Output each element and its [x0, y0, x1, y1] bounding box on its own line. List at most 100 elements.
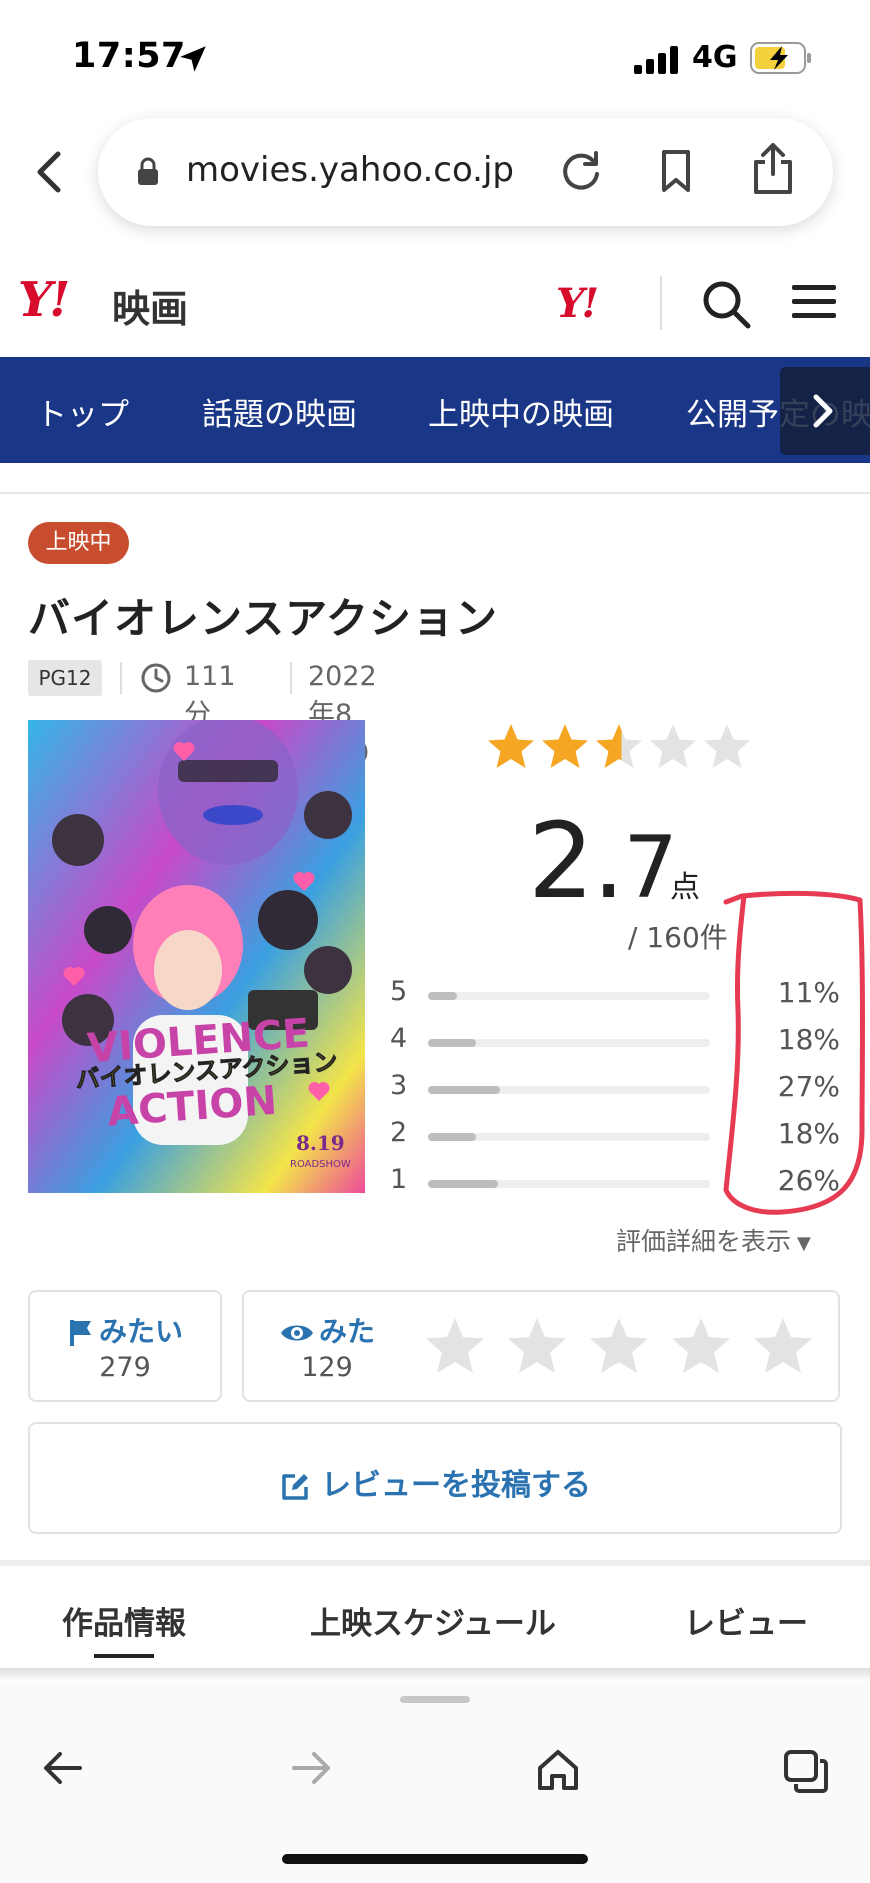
watched-button[interactable]: みた 129	[242, 1290, 412, 1402]
rating-row-label: 3	[390, 1070, 408, 1101]
score-integer: 2.	[528, 800, 625, 922]
rating-bar-track	[428, 1086, 710, 1094]
nav-item-trending[interactable]: 話題の映画	[202, 389, 357, 434]
site-header: Y! 映画 Y!	[0, 250, 870, 355]
rating-detail-label: 評価詳細を表示	[616, 1227, 792, 1256]
browser-toolbar	[0, 1682, 870, 1883]
rating-bar-fill	[428, 1133, 477, 1141]
rating-row-label: 4	[390, 1023, 408, 1054]
meta-divider	[290, 662, 292, 694]
want-count: 279	[99, 1352, 151, 1383]
section-divider	[0, 492, 870, 494]
tab-schedule[interactable]: 上映スケジュール	[310, 1598, 556, 1643]
nav-item-now-showing[interactable]: 上映中の映画	[428, 389, 614, 434]
seen-label: みた	[318, 1315, 375, 1348]
edit-icon	[282, 1473, 308, 1500]
rating-row-label: 1	[390, 1164, 408, 1195]
want-label: みたい	[98, 1315, 183, 1348]
score-unit: 点	[670, 870, 700, 905]
rating-bar-fill	[428, 1180, 498, 1188]
poster-date: 8.19	[296, 1131, 345, 1155]
rate-star-1-icon[interactable]	[426, 1318, 484, 1373]
rating-bar-track	[428, 992, 710, 1000]
rating-bar-track	[428, 1133, 710, 1141]
flag-icon	[69, 1320, 91, 1346]
nav-scroll-next-button[interactable]	[780, 367, 870, 455]
want-label-row: みたい	[30, 1310, 220, 1350]
star-half-icon	[596, 724, 642, 768]
signal-strength-icon	[634, 46, 678, 74]
nav-item-top[interactable]: トップ	[36, 389, 129, 434]
user-rating-input[interactable]	[404, 1290, 840, 1402]
hamburger-menu-icon[interactable]	[790, 282, 838, 322]
red-annotation-mark	[723, 890, 865, 1215]
post-review-row: レビューを投稿する	[30, 1460, 840, 1504]
rating-bar-track	[428, 1180, 710, 1188]
age-rating-badge: PG12	[28, 660, 102, 696]
rating-bar-fill	[428, 1039, 477, 1047]
star-filled-icon	[542, 724, 588, 768]
status-bar: 17:57 4G	[0, 0, 870, 110]
forward-arrow-icon[interactable]	[290, 1748, 332, 1788]
rating-row-label: 5	[390, 976, 408, 1007]
movie-title: バイオレンスアクション	[28, 594, 499, 643]
toolbar-grabber[interactable]	[400, 1696, 470, 1703]
rating-bar-fill	[428, 992, 458, 1000]
average-score: 2.7	[528, 800, 678, 922]
chevron-right-icon	[813, 394, 833, 428]
network-type: 4G	[692, 40, 738, 75]
tab-info[interactable]: 作品情報	[62, 1598, 186, 1643]
home-indicator	[282, 1854, 588, 1864]
post-review-label: レビューを投稿する	[321, 1468, 591, 1503]
star-filled-icon	[488, 724, 534, 768]
status-time: 17:57	[72, 36, 186, 76]
tabs-icon[interactable]	[782, 1748, 830, 1794]
share-icon[interactable]	[750, 142, 796, 196]
back-arrow-icon[interactable]	[42, 1748, 84, 1788]
browser-back-chevron-icon[interactable]	[30, 148, 70, 196]
rating-bar-fill	[428, 1086, 501, 1094]
active-tab-indicator	[94, 1654, 154, 1658]
rate-star-5-icon[interactable]	[754, 1318, 812, 1373]
rate-stars[interactable]	[424, 1316, 824, 1378]
home-icon[interactable]	[536, 1748, 580, 1790]
want-to-watch-button[interactable]: みたい 279	[28, 1290, 222, 1402]
reload-icon[interactable]	[558, 148, 604, 194]
movie-poster[interactable]: VIOLENCE バイオレンスアクション ACTION 8.19 ROADSHO…	[28, 720, 365, 1193]
bookmark-icon[interactable]	[656, 148, 696, 194]
caret-down-icon: ▼	[797, 1232, 811, 1254]
search-icon[interactable]	[700, 278, 752, 330]
tab-shadow	[0, 1668, 870, 1682]
meta-divider	[120, 662, 122, 694]
rating-bar-track	[428, 1039, 710, 1047]
seen-count: 129	[301, 1352, 353, 1383]
yahoo-logo-mark[interactable]: Y!	[18, 272, 70, 328]
battery-charging-icon	[750, 42, 811, 74]
section-band	[0, 1560, 870, 1566]
rate-star-3-icon[interactable]	[590, 1318, 648, 1373]
seen-label-row: みた	[244, 1310, 410, 1350]
post-review-button[interactable]: レビューを投稿する	[28, 1422, 842, 1534]
star-empty-icon	[704, 724, 750, 768]
rating-row-label: 2	[390, 1117, 408, 1148]
lock-icon	[138, 157, 158, 185]
header-divider	[660, 276, 662, 330]
poster-sub: ROADSHOW	[290, 1159, 351, 1170]
yahoo-top-link[interactable]: Y!	[556, 280, 599, 327]
tab-reviews[interactable]: レビュー	[684, 1598, 808, 1643]
clock-icon	[141, 663, 171, 693]
url-text[interactable]: movies.yahoo.co.jp	[186, 150, 514, 190]
rate-star-2-icon[interactable]	[508, 1318, 566, 1373]
rate-star-4-icon[interactable]	[672, 1318, 730, 1373]
star-empty-icon	[650, 724, 696, 768]
eye-icon	[280, 1325, 313, 1341]
rating-detail-toggle[interactable]: 評価詳細を表示 ▼	[616, 1222, 811, 1258]
average-star-rating	[488, 724, 750, 768]
category-nav: トップ 話題の映画 上映中の映画 公開予定の映画	[0, 357, 870, 463]
review-count: / 160件	[628, 921, 728, 954]
score-decimal: 7	[623, 818, 678, 918]
site-logo-text[interactable]: 映画	[112, 278, 188, 333]
status-badge: 上映中	[28, 522, 129, 564]
address-bar[interactable]: movies.yahoo.co.jp	[98, 118, 833, 226]
location-arrow-icon	[180, 46, 206, 72]
